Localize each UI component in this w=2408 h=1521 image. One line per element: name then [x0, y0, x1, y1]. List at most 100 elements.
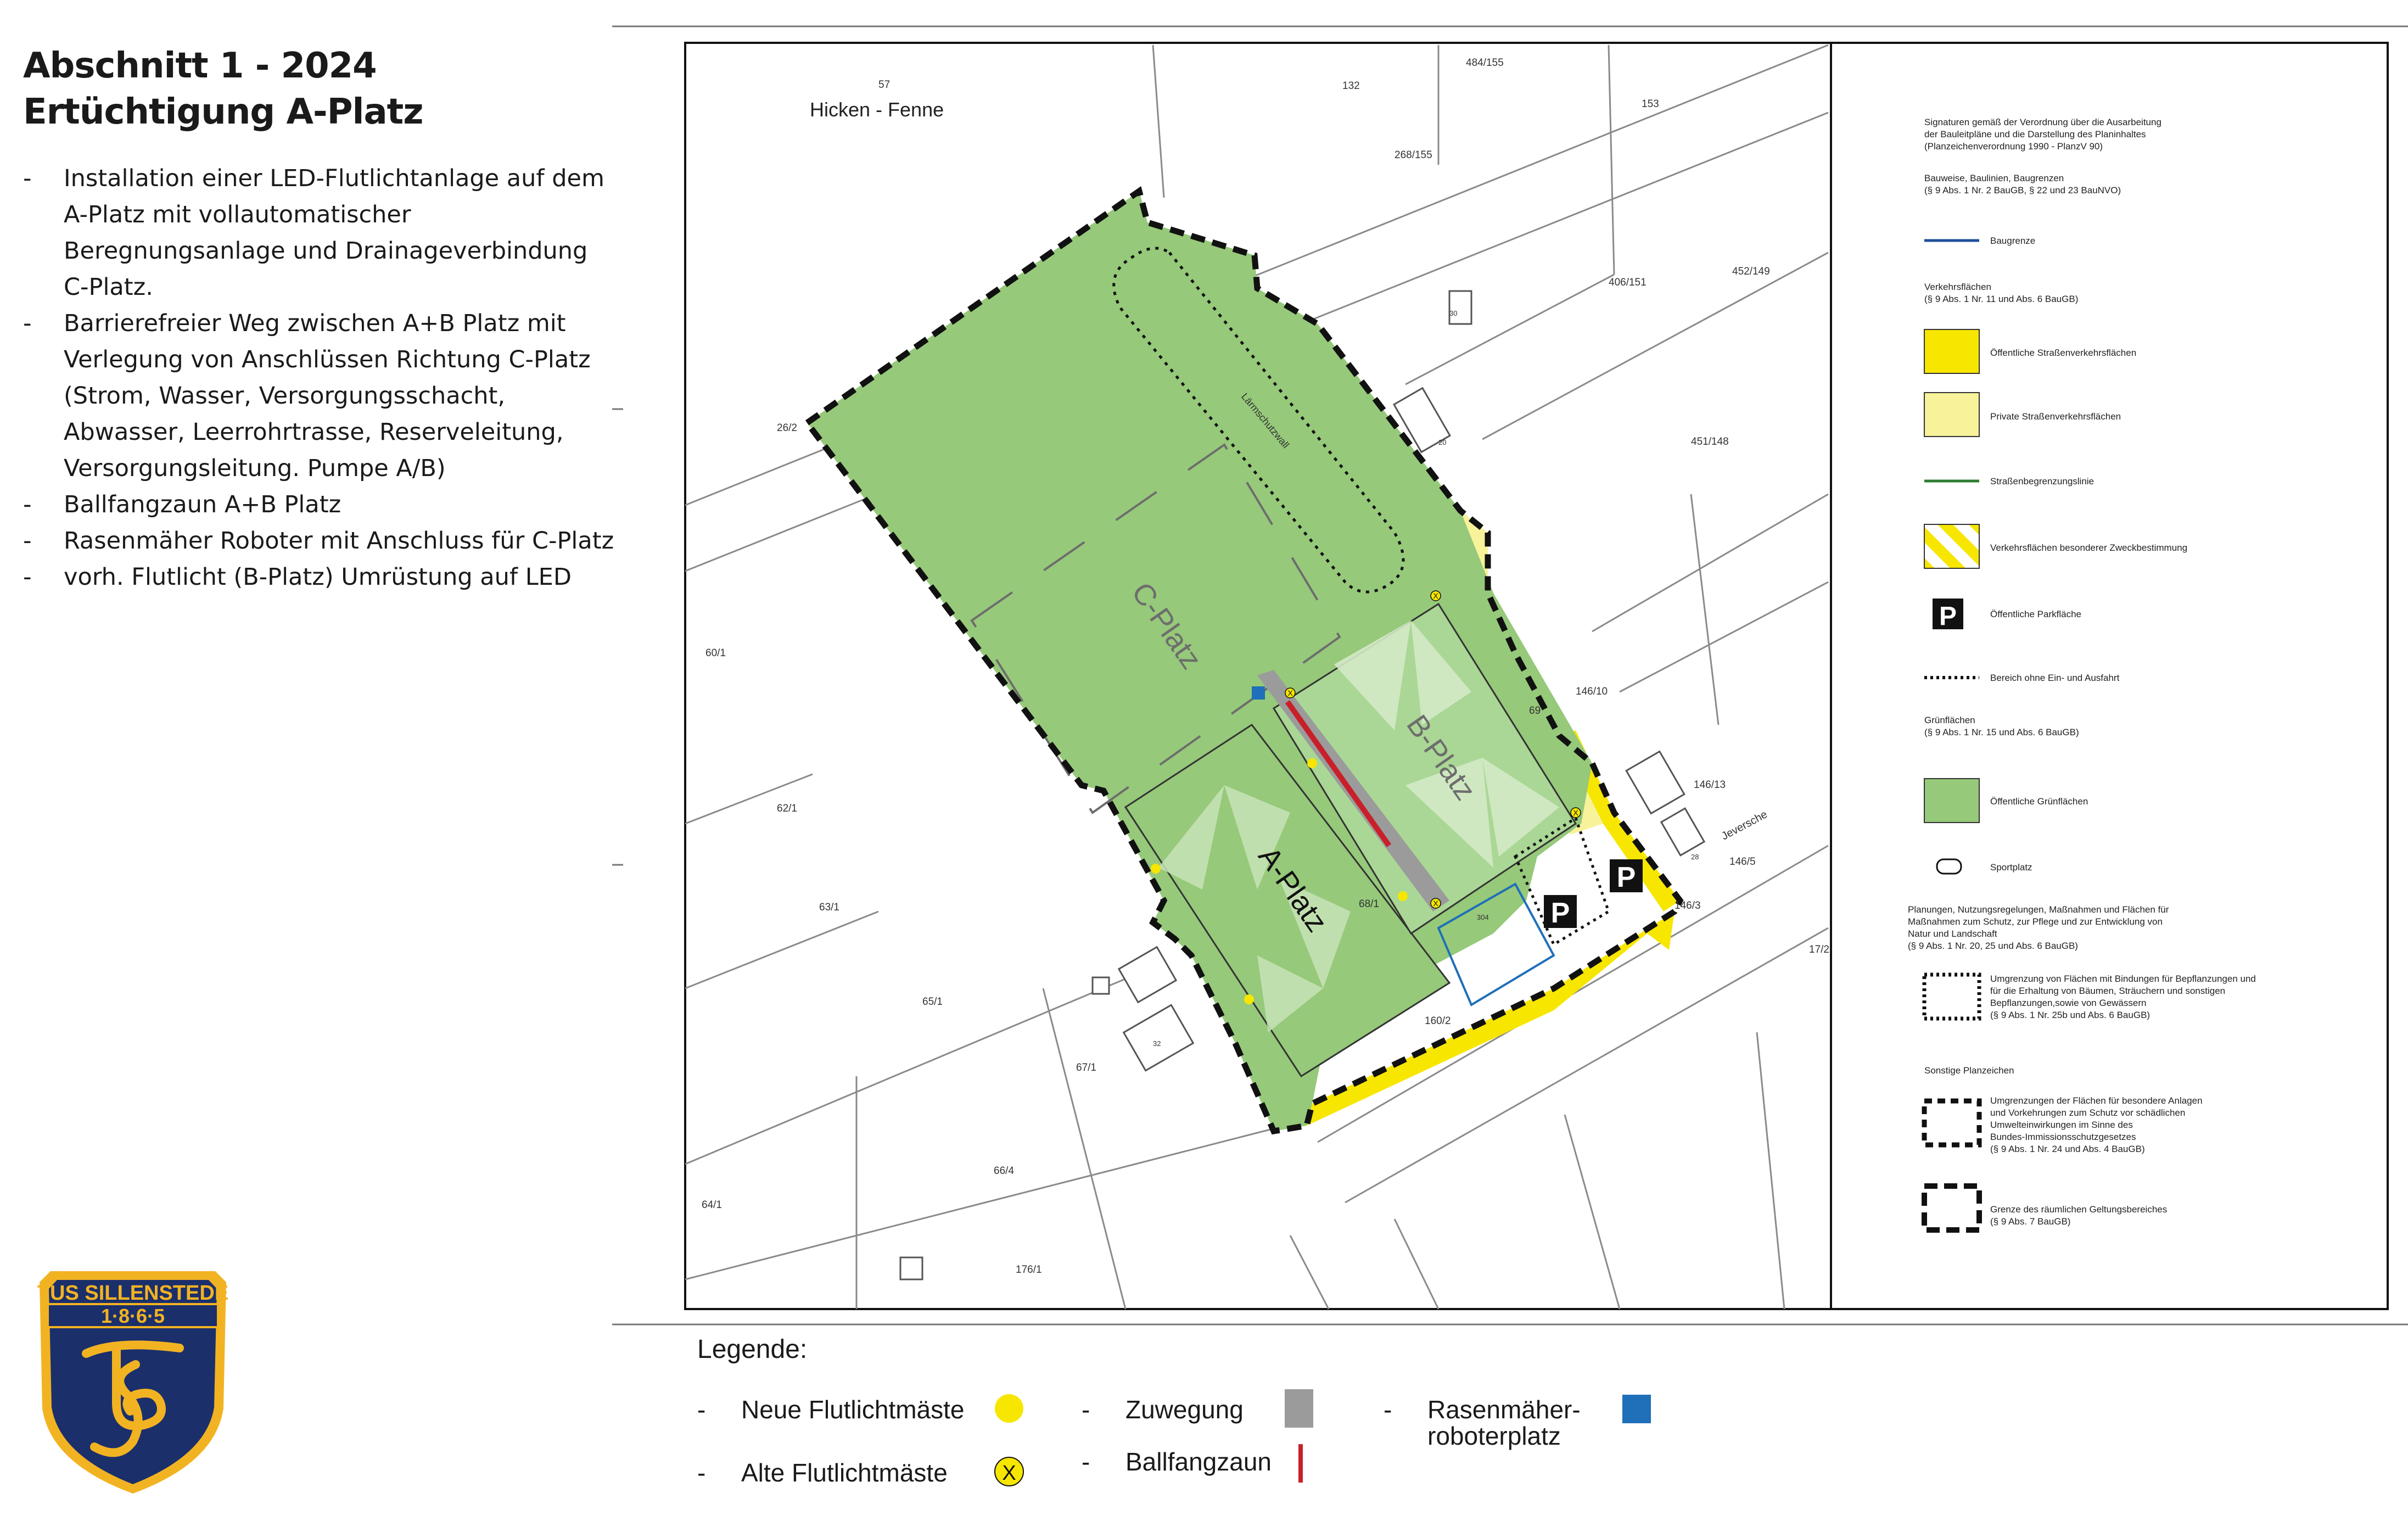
legend-sonstige: Sonstige Planzeichen: [1924, 1065, 2014, 1076]
parcel-number: 28: [1691, 853, 1699, 861]
legend-gruen-1: Grünflächen: [1924, 715, 1975, 725]
new-floodlight-symbol: [995, 1394, 1023, 1423]
parcel-number: 30: [1449, 309, 1457, 317]
sportplatz-symbol: [1936, 858, 1962, 875]
parcel-number: 153: [1642, 98, 1659, 110]
parcel-number: 406/151: [1609, 277, 1647, 288]
legend-bepflanzung-3: Bepflanzungen,sowie von Gewässern: [1990, 998, 2146, 1008]
legend-label: Ballfangzaun: [1125, 1447, 1272, 1476]
legend-umgrenzung-1: Umgrenzungen der Flächen für besondere A…: [1990, 1095, 2203, 1106]
logo-name: TUS SILLENSTEDE: [37, 1282, 228, 1305]
parcel-number: 69: [1529, 705, 1541, 717]
legend-label: Zuwegung: [1125, 1395, 1244, 1424]
legend-label: Alte Flutlichtmäste: [741, 1458, 948, 1487]
parking-letter: P: [1617, 862, 1636, 893]
legend-umgrenzung-4: Bundes-Immissionsschutzgesetzes: [1990, 1132, 2136, 1142]
legend-verkehr-1: Verkehrsflächen: [1924, 282, 1991, 292]
club-logo: TUS SILLENSTEDE 1·8·6·5: [37, 1271, 228, 1494]
parcel-number: 452/149: [1732, 266, 1770, 277]
legend-label: Neue Flutlichtmäste: [741, 1395, 965, 1424]
legend-bauweise-2: (§ 9 Abs. 1 Nr. 2 BauGB, § 22 und 23 Bau…: [1924, 185, 2121, 195]
parcel-number: 68/1: [1359, 898, 1379, 910]
legend-dash: -: [697, 1458, 706, 1487]
parking-sign: P: [1610, 859, 1643, 893]
old-floodlight-symbol-mark: X: [1002, 1462, 1016, 1485]
legend-parkflaeche: Öffentliche Parkfläche: [1990, 609, 2081, 619]
legend-intro-3: (Planzeichenverordnung 1990 - PlanzV 90): [1924, 141, 2103, 152]
legend-label: roboterplatz: [1427, 1422, 1561, 1450]
parcel-number: 304: [1477, 913, 1489, 921]
parcel-number: 20: [1438, 438, 1446, 446]
parking-letter: P: [1551, 897, 1570, 929]
parcel-number: 160/2: [1425, 1015, 1451, 1027]
legend-item-ball-fence: - Ballfangzaun: [1082, 1447, 1272, 1477]
legend-label: Rasenmäher-: [1427, 1395, 1581, 1424]
legend-gruen-2: (§ 9 Abs. 1 Nr. 15 und Abs. 6 BauGB): [1924, 727, 2079, 737]
legend-ein-ausfahrt: Bereich ohne Ein- und Ausfahrt: [1990, 673, 2120, 683]
legend-intro-2: der Bauleitpläne und die Darstellung des…: [1924, 129, 2146, 139]
legend-oeff-strasse: Öffentliche Straßenverkehrsflächen: [1990, 348, 2136, 358]
parcel-number: 57: [878, 79, 890, 91]
protection-symbol: [1922, 1098, 1982, 1148]
legend-planungen-1: Planungen, Nutzungsregelungen, Maßnahmen…: [1908, 904, 2169, 915]
parcel-number: 132: [1342, 80, 1360, 92]
legend-title: Legende:: [697, 1335, 808, 1364]
legend-bepflanzung-1: Umgrenzung von Flächen mit Bindungen für…: [1990, 974, 2256, 984]
place-name: Hicken - Fenne: [810, 98, 944, 121]
legend-baugrenze: Baugrenze: [1990, 236, 2035, 246]
parcel-number: 32: [1153, 1039, 1161, 1048]
legend-sportplatz: Sportplatz: [1990, 862, 2032, 873]
legend-verkehr-2: (§ 9 Abs. 1 Nr. 11 und Abs. 6 BauGB): [1924, 294, 2078, 304]
legend-zweck: Verkehrsflächen besonderer Zweckbestimmu…: [1990, 543, 2187, 553]
legend-priv-strasse: Private Straßenverkehrsflächen: [1990, 411, 2121, 422]
special-road-symbol: [1924, 524, 1980, 569]
old-floodlight-mark: X: [1287, 689, 1293, 697]
planting-symbol: [1922, 972, 1981, 1021]
new-floodlight: [1151, 864, 1161, 874]
legend-dash: -: [1082, 1447, 1090, 1476]
site-plan: X X X X P P C-Platz B-Platz A-Platz Lärm…: [37, 25, 2408, 1494]
robot-place: [1252, 686, 1265, 700]
legend-dash: -: [1082, 1395, 1090, 1424]
parcel-number: 66/4: [994, 1165, 1014, 1177]
parcel-number: 64/1: [702, 1199, 722, 1211]
road-label: Jeversche: [1720, 808, 1769, 842]
parcel-number: 146/5: [1729, 856, 1756, 868]
parcel-number: 26/2: [777, 422, 797, 434]
robot-place-symbol: [1622, 1395, 1651, 1423]
new-floodlight: [1307, 758, 1317, 768]
legend-dash: -: [1384, 1395, 1392, 1424]
old-floodlight-mark: X: [1433, 899, 1438, 908]
parcel-number: 146/13: [1694, 779, 1726, 791]
private-road-symbol: [1924, 392, 1980, 437]
legend-intro-1: Signaturen gemäß der Verordnung über die…: [1924, 117, 2161, 127]
legend-planungen-3: Natur und Landschaft: [1908, 929, 1997, 939]
legend-dash: -: [697, 1395, 706, 1424]
access-path-symbol: [1285, 1389, 1313, 1428]
public-road-symbol: [1924, 329, 1980, 374]
scope-symbol: [1922, 1183, 1982, 1233]
legend-planungen-2: Maßnahmen zum Schutz, zur Pflege und zur…: [1908, 916, 2163, 927]
green-area-symbol: [1924, 778, 1980, 823]
new-floodlight: [1398, 891, 1408, 901]
parcel-number: 63/1: [819, 902, 839, 913]
legend-item-robot-place-line2: roboterplatz: [1427, 1421, 1561, 1451]
legend-umgrenzung-2: und Vorkehrungen zum Schutz vor schädlic…: [1990, 1108, 2185, 1118]
parcel-number: 67/1: [1076, 1062, 1096, 1073]
parcel-number: 268/155: [1395, 149, 1432, 161]
parcel-number: 65/1: [922, 996, 943, 1008]
old-floodlight-mark: X: [1433, 591, 1438, 600]
parcel-number: 484/155: [1466, 57, 1504, 69]
legend-planungen-4: (§ 9 Abs. 1 Nr. 20, 25 und Abs. 6 BauGB): [1908, 941, 2078, 951]
legend-item-new-floodlight: - Neue Flutlichtmäste: [697, 1395, 965, 1424]
parcel-number: 146/3: [1675, 900, 1701, 912]
new-floodlight: [1244, 994, 1254, 1004]
legend-item-access-path: - Zuwegung: [1082, 1395, 1244, 1424]
parcel-number: 176/1: [1016, 1264, 1042, 1276]
parcel-number: 146/10: [1576, 686, 1608, 697]
legend-geltung-2: (§ 9 Abs. 7 BauGB): [1990, 1216, 2070, 1227]
legend-umgrenzung-3: Umwelteinwirkungen im Sinne des: [1990, 1120, 2133, 1130]
ball-fence-symbol: [1298, 1444, 1303, 1483]
parking-symbol-letter: P: [1939, 602, 1957, 631]
parcel-number: 62/1: [777, 803, 797, 814]
